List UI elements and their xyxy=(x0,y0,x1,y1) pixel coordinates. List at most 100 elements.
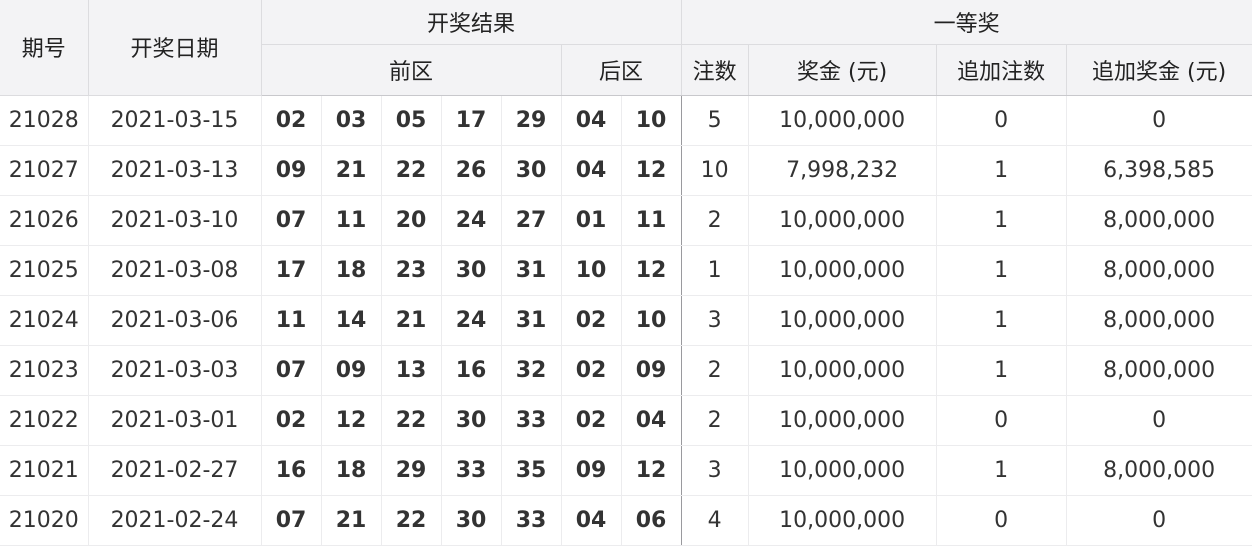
extra-winners-cell: 0 xyxy=(936,395,1067,446)
header-back-zone: 后区 xyxy=(561,44,682,96)
extra-winners-cell: 1 xyxy=(936,445,1067,496)
back-number: 10 xyxy=(621,295,682,346)
front-number: 18 xyxy=(321,245,382,296)
period-cell: 21020 xyxy=(0,495,89,546)
prize-cell: 10,000,000 xyxy=(748,295,937,346)
period-cell: 21026 xyxy=(0,195,89,246)
extra-prize-cell: 0 xyxy=(1066,395,1252,446)
extra-prize-cell: 8,000,000 xyxy=(1066,245,1252,296)
winners-cell: 3 xyxy=(681,295,749,346)
front-number: 33 xyxy=(441,445,502,496)
front-number: 22 xyxy=(381,145,442,196)
prize-cell: 10,000,000 xyxy=(748,445,937,496)
table-row: 21026 2021-03-10 07 11 20 24 27 01 11 2 … xyxy=(0,195,1252,246)
back-number: 10 xyxy=(561,245,622,296)
front-number: 26 xyxy=(441,145,502,196)
front-number: 17 xyxy=(441,95,502,146)
date-cell: 2021-02-24 xyxy=(88,495,262,546)
header-extra-winners: 追加注数 xyxy=(936,44,1067,96)
front-number: 11 xyxy=(260,295,322,346)
front-number: 07 xyxy=(260,495,322,546)
table-row: 21027 2021-03-13 09 21 22 26 30 04 12 10… xyxy=(0,145,1252,196)
lottery-results-table: 期号 开奖日期 开奖结果 一等奖 前区 后区 注数 奖金 (元) 追加注数 追加… xyxy=(0,0,1252,546)
front-number: 30 xyxy=(441,245,502,296)
winners-cell: 5 xyxy=(681,95,749,146)
front-number: 02 xyxy=(260,95,322,146)
front-number: 21 xyxy=(321,495,382,546)
back-number: 04 xyxy=(621,395,682,446)
extra-prize-cell: 8,000,000 xyxy=(1066,195,1252,246)
back-number: 04 xyxy=(561,145,622,196)
table-row: 21021 2021-02-27 16 18 29 33 35 09 12 3 … xyxy=(0,445,1252,496)
front-number: 18 xyxy=(321,445,382,496)
date-cell: 2021-02-27 xyxy=(88,445,262,496)
header-first-prize: 一等奖 xyxy=(680,0,1252,45)
header-front-zone: 前区 xyxy=(260,44,562,96)
front-number: 03 xyxy=(321,95,382,146)
front-number: 30 xyxy=(441,495,502,546)
front-number: 21 xyxy=(321,145,382,196)
date-cell: 2021-03-03 xyxy=(88,344,262,396)
table-row: 21022 2021-03-01 02 12 22 30 33 02 04 2 … xyxy=(0,395,1252,446)
period-cell: 21023 xyxy=(0,344,89,396)
prize-cell: 10,000,000 xyxy=(748,495,937,546)
prize-cell: 10,000,000 xyxy=(748,245,937,296)
date-cell: 2021-03-15 xyxy=(88,95,262,146)
front-number: 09 xyxy=(321,344,382,396)
header-winners: 注数 xyxy=(680,44,749,96)
front-number: 29 xyxy=(381,445,442,496)
front-number: 07 xyxy=(260,344,322,396)
table-row: 21023 2021-03-03 07 09 13 16 32 02 09 2 … xyxy=(0,344,1252,396)
back-number: 09 xyxy=(621,344,682,396)
extra-winners-cell: 1 xyxy=(936,344,1067,396)
back-number: 01 xyxy=(561,195,622,246)
back-number: 10 xyxy=(621,95,682,146)
back-number: 12 xyxy=(621,145,682,196)
table-row: 21024 2021-03-06 11 14 21 24 31 02 10 3 … xyxy=(0,295,1252,346)
prize-cell: 10,000,000 xyxy=(748,95,937,146)
extra-winners-cell: 0 xyxy=(936,95,1067,146)
header-date: 开奖日期 xyxy=(88,0,262,96)
back-number: 11 xyxy=(621,195,682,246)
prize-cell: 7,998,232 xyxy=(748,145,937,196)
winners-cell: 2 xyxy=(681,344,749,396)
header-prize: 奖金 (元) xyxy=(748,44,937,96)
extra-winners-cell: 1 xyxy=(936,195,1067,246)
front-number: 17 xyxy=(260,245,322,296)
period-cell: 21028 xyxy=(0,95,89,146)
extra-prize-cell: 8,000,000 xyxy=(1066,295,1252,346)
date-cell: 2021-03-06 xyxy=(88,295,262,346)
front-number: 02 xyxy=(260,395,322,446)
date-cell: 2021-03-13 xyxy=(88,145,262,196)
winners-cell: 1 xyxy=(681,245,749,296)
back-number: 02 xyxy=(561,395,622,446)
front-number: 21 xyxy=(381,295,442,346)
front-number: 22 xyxy=(381,495,442,546)
front-number: 16 xyxy=(441,344,502,396)
winners-cell: 4 xyxy=(681,495,749,546)
front-number: 33 xyxy=(501,395,562,446)
extra-prize-cell: 0 xyxy=(1066,495,1252,546)
date-cell: 2021-03-08 xyxy=(88,245,262,296)
front-number: 29 xyxy=(501,95,562,146)
front-number: 09 xyxy=(260,145,322,196)
extra-prize-cell: 0 xyxy=(1066,95,1252,146)
winners-cell: 2 xyxy=(681,195,749,246)
period-cell: 21024 xyxy=(0,295,89,346)
back-number: 02 xyxy=(561,295,622,346)
back-number: 06 xyxy=(621,495,682,546)
front-number: 33 xyxy=(501,495,562,546)
extra-winners-cell: 1 xyxy=(936,295,1067,346)
front-number: 30 xyxy=(441,395,502,446)
extra-prize-cell: 8,000,000 xyxy=(1066,445,1252,496)
period-cell: 21022 xyxy=(0,395,89,446)
front-number: 22 xyxy=(381,395,442,446)
winners-cell: 2 xyxy=(681,395,749,446)
front-number: 16 xyxy=(260,445,322,496)
extra-winners-cell: 0 xyxy=(936,495,1067,546)
front-number: 13 xyxy=(381,344,442,396)
header-draw-result: 开奖结果 xyxy=(260,0,682,45)
front-number: 12 xyxy=(321,395,382,446)
front-number: 24 xyxy=(441,295,502,346)
back-number: 04 xyxy=(561,95,622,146)
